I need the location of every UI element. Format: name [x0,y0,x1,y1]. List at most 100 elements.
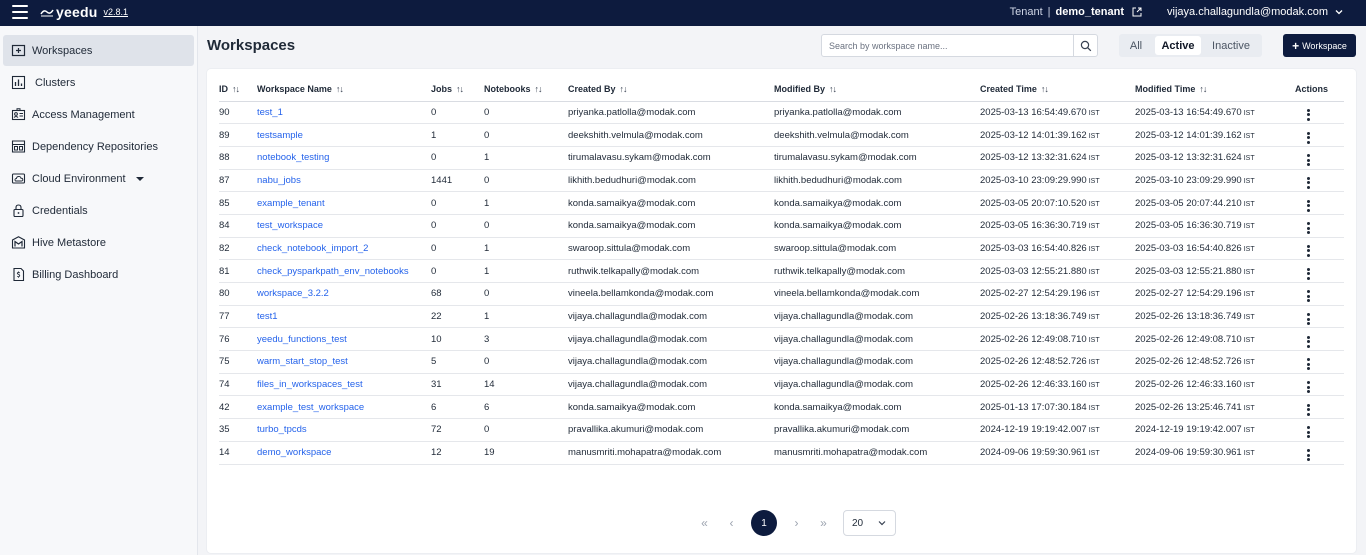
filter-all-button[interactable]: All [1121,36,1151,55]
filter-inactive-button[interactable]: Inactive [1205,36,1257,55]
cell-workspace-name[interactable]: example_test_workspace [257,395,431,420]
cell-workspace-name[interactable]: demo_workspace [257,441,431,465]
page-number-button[interactable]: 1 [751,510,777,536]
table-row[interactable]: 75 warm_start_stop_test 5 0 vijaya.challagun… [219,350,1344,374]
cell-workspace-name[interactable]: check_pysparkpath_env_notebooks [257,259,431,283]
more-actions-icon[interactable] [1306,222,1310,235]
more-actions-icon[interactable] [1306,154,1310,167]
cell-workspace-name[interactable]: files_in_workspaces_test [257,373,431,397]
search-button[interactable] [1073,35,1097,56]
cell-workspace-name[interactable]: notebook_testing [257,146,431,170]
timezone-label: IST [1243,177,1255,185]
table-row[interactable]: 82 check_notebook_import_2 0 1 swaroop.sittu… [219,237,1344,261]
table-row[interactable]: 87 nabu_jobs 1441 0 likhith.bedudhuri@modak.… [219,169,1344,193]
column-header-notebooks[interactable]: Notebooks ↑↓ [484,78,568,102]
table-row[interactable]: 42 example_test_workspace 6 6 konda.samaikya… [219,395,1344,420]
table-row[interactable]: 85 example_tenant 0 1 konda.samaikya@modak.c… [219,191,1344,215]
table-row[interactable]: 84 test_workspace 0 0 konda.samaikya@modak.c… [219,214,1344,238]
more-actions-icon[interactable] [1306,108,1310,121]
add-workspace-button[interactable]: + Workspace [1283,34,1356,57]
tenant-switcher[interactable]: Tenant | demo_tenant [1010,6,1142,18]
cell-workspace-name[interactable]: workspace_3.2.2 [257,282,431,306]
cell-actions [1280,350,1344,374]
last-page-button[interactable]: » [810,510,837,536]
timestamp: 2025-03-05 16:36:30.719 [980,220,1087,232]
brand[interactable]: yeedu v2.8.1 [40,3,128,21]
sidebar-item-credentials[interactable]: Credentials [3,195,194,226]
table-row[interactable]: 76 yeedu_functions_test 10 3 vijaya.challagu… [219,327,1344,352]
timezone-label: IST [1243,155,1255,163]
sort-icon[interactable]: ↑↓ [456,84,464,94]
table-row[interactable]: 35 turbo_tpcds 72 0 pravallika.akumuri@modak… [219,418,1344,442]
sidebar-item-clusters[interactable]: Clusters [3,67,194,98]
more-actions-icon[interactable] [1306,426,1310,439]
table-row[interactable]: 81 check_pysparkpath_env_notebooks 0 1 ruthw… [219,259,1344,283]
more-actions-icon[interactable] [1306,290,1310,303]
first-page-button[interactable]: « [691,510,718,536]
filter-active-button[interactable]: Active [1155,36,1201,55]
sidebar-item-billing-dashboard[interactable]: Billing Dashboard [3,259,194,290]
external-link-icon[interactable] [1132,7,1142,17]
cell-workspace-name[interactable]: example_tenant [257,191,431,215]
cell-workspace-name[interactable]: nabu_jobs [257,169,431,193]
more-actions-icon[interactable] [1306,176,1310,189]
more-actions-icon[interactable] [1306,403,1310,416]
more-actions-icon[interactable] [1306,313,1310,326]
workspace-icon [11,43,26,58]
cell-workspace-name[interactable]: test1 [257,305,431,329]
table-row[interactable]: 14 demo_workspace 12 19 manusmriti.mohapatra… [219,441,1344,465]
more-actions-icon[interactable] [1306,131,1310,144]
sidebar-item-hive-metastore[interactable]: Hive Metastore [3,227,194,258]
table-row[interactable]: 80 workspace_3.2.2 68 0 vineela.bellamkonda@… [219,282,1344,306]
version-link[interactable]: v2.8.1 [103,7,128,17]
column-header-modified-by[interactable]: Modified By ↑↓ [774,78,980,102]
sidebar-item-cloud-environment[interactable]: Cloud Environment [3,163,194,194]
caret-down-icon[interactable] [135,176,144,181]
cell-workspace-name[interactable]: test_1 [257,101,431,125]
sidebar-item-dependency-repositories[interactable]: Dependency Repositories [3,131,194,162]
column-header-modified-time[interactable]: Modified Time ↑↓ [1135,78,1280,102]
more-actions-icon[interactable] [1306,449,1310,462]
more-actions-icon[interactable] [1306,199,1310,212]
more-actions-icon[interactable] [1306,267,1310,280]
sort-icon[interactable]: ↑↓ [336,84,344,94]
table-row[interactable]: 77 test1 22 1 vijaya.challagundla@modak.com v… [219,305,1344,329]
search-input[interactable] [822,35,1073,56]
sort-icon[interactable]: ↑↓ [232,84,240,94]
more-actions-icon[interactable] [1306,358,1310,371]
column-header-id[interactable]: ID ↑↓ [219,78,257,102]
column-header-created-time[interactable]: Created Time ↑↓ [980,78,1135,102]
user-menu[interactable]: vijaya.challagundla@modak.com [1167,6,1344,18]
column-header-workspace-name[interactable]: Workspace Name ↑↓ [257,78,431,102]
cell-workspace-name[interactable]: testsample [257,123,431,147]
more-actions-icon[interactable] [1306,381,1310,394]
page-size-select[interactable]: 20 [843,510,896,536]
cell-actions [1280,146,1344,170]
timezone-label: IST [1088,314,1100,322]
cell-workspace-name[interactable]: test_workspace [257,214,431,238]
cell-workspace-name[interactable]: check_notebook_import_2 [257,237,431,261]
more-actions-icon[interactable] [1306,244,1310,257]
sort-icon[interactable]: ↑↓ [829,84,837,94]
cell-workspace-name[interactable]: turbo_tpcds [257,418,431,442]
sort-icon[interactable]: ↑↓ [620,84,628,94]
table-row[interactable]: 89 testsample 1 0 deekshith.velmula@modak.co… [219,123,1344,147]
sort-icon[interactable]: ↑↓ [1041,84,1049,94]
next-page-button[interactable]: › [783,510,810,536]
sort-icon[interactable]: ↑↓ [1199,84,1207,94]
cell-created-time: 2025-03-12 13:32:31.624 IST [980,146,1135,170]
sort-icon[interactable]: ↑↓ [535,84,543,94]
column-header-jobs[interactable]: Jobs ↑↓ [431,78,484,102]
column-header-created-by[interactable]: Created By ↑↓ [568,78,774,102]
previous-page-button[interactable]: ‹ [718,510,745,536]
more-actions-icon[interactable] [1306,335,1310,348]
cell-created-by: vijaya.challagundla@modak.com [568,327,774,352]
table-row[interactable]: 88 notebook_testing 0 1 tirumalavasu.sykam@m… [219,146,1344,170]
table-row[interactable]: 90 test_1 0 0 priyanka.patlolla@modak.com pri… [219,101,1344,125]
cell-workspace-name[interactable]: yeedu_functions_test [257,327,431,352]
sidebar-item-workspaces[interactable]: Workspaces [3,35,194,66]
cell-workspace-name[interactable]: warm_start_stop_test [257,350,431,374]
sidebar-item-access-management[interactable]: Access Management [3,99,194,130]
table-row[interactable]: 74 files_in_workspaces_test 31 14 vijaya.cha… [219,373,1344,397]
hamburger-menu-icon[interactable] [12,5,28,19]
